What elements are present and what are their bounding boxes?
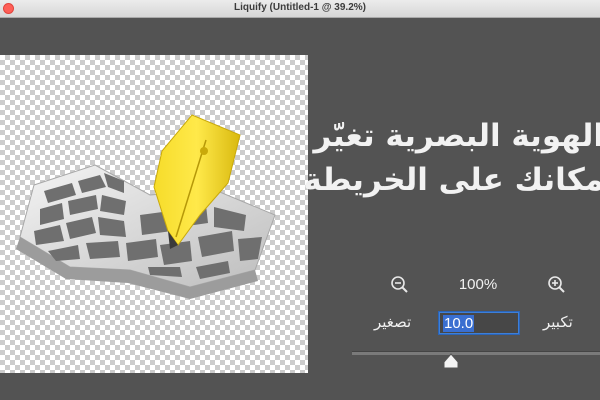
shrink-label: تصغير	[374, 313, 412, 331]
title-bar[interactable]: Liquify (Untitled-1 @ 39.2%)	[0, 0, 600, 18]
zoom-value-input[interactable]: 10.0	[439, 312, 519, 334]
headline-line-2: مكانك على الخريطة	[303, 162, 600, 198]
zoom-level-readout: 100%	[458, 276, 498, 293]
zoom-in-icon[interactable]	[547, 275, 567, 295]
image-preview[interactable]	[0, 55, 308, 373]
zoom-slider-track[interactable]	[352, 351, 600, 355]
zoom-slider-thumb[interactable]	[441, 352, 461, 372]
headline-text: الهوية البصرية تغيّر مكانك على الخريطة	[303, 114, 600, 202]
headline-line-1: الهوية البصرية تغيّر	[313, 118, 600, 154]
enlarge-label: تكبير	[543, 313, 573, 331]
zoom-out-icon[interactable]	[390, 275, 410, 295]
window-title: Liquify (Untitled-1 @ 39.2%)	[234, 2, 366, 13]
map-shape	[16, 164, 276, 299]
zoom-input-selected-text[interactable]: 10.0	[443, 315, 475, 332]
map-with-pen-icon	[16, 114, 276, 299]
liquify-window: Liquify (Untitled-1 @ 39.2%) الهوية البص…	[0, 0, 600, 400]
canvas-area[interactable]: الهوية البصرية تغيّر مكانك على الخريطة	[0, 18, 600, 400]
